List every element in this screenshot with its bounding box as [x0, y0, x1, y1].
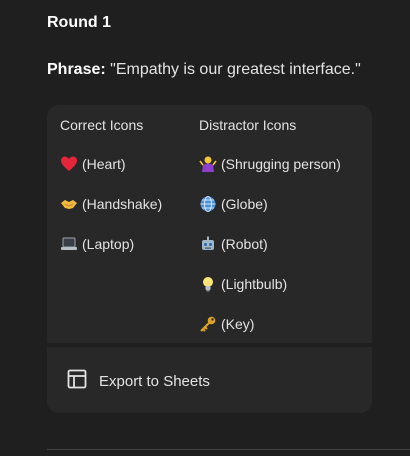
cell-label: (Robot)	[221, 236, 268, 252]
table-cell: (Key)	[199, 315, 254, 333]
table-cell: (Lightbulb)	[199, 275, 287, 293]
key-icon	[199, 315, 217, 333]
column-header-distractor: Distractor Icons	[199, 117, 297, 133]
response-panel: Round 1 Phrase: "Empathy is our greatest…	[0, 0, 410, 456]
phrase-label: Phrase:	[47, 61, 106, 78]
table-cell: (Globe)	[199, 195, 268, 213]
table-cell: (Shrugging person)	[199, 155, 341, 173]
laptop-icon	[60, 235, 78, 253]
globe-icon	[199, 195, 217, 213]
cell-label: (Lightbulb)	[221, 276, 288, 292]
export-to-sheets-button[interactable]: Export to Sheets	[67, 369, 210, 394]
table-cell: (Handshake)	[60, 195, 162, 213]
phrase-text: "Empathy is our greatest interface."	[110, 61, 361, 78]
table-cell: (Heart)	[60, 155, 126, 173]
divider	[47, 449, 410, 450]
export-label: Export to Sheets	[99, 373, 210, 390]
icons-table: Correct Icons (Heart) (Handshake) (Lapto…	[47, 105, 372, 343]
export-bar: Export to Sheets	[47, 347, 372, 413]
column-header-correct: Correct Icons	[60, 117, 144, 133]
cell-label: (Globe)	[221, 196, 268, 212]
cell-label: (Laptop)	[82, 236, 135, 252]
table-cell: (Robot)	[199, 235, 268, 253]
heart-icon	[60, 155, 78, 173]
lightbulb-icon	[199, 275, 217, 293]
phrase-line: Phrase: "Empathy is our greatest interfa…	[47, 61, 361, 79]
robot-icon	[199, 235, 217, 253]
cell-label: (Handshake)	[82, 196, 163, 212]
shrugging-person-icon	[199, 155, 217, 173]
handshake-icon	[60, 195, 78, 213]
round-title: Round 1	[47, 14, 111, 31]
table-icon	[67, 369, 87, 394]
cell-label: (Heart)	[82, 156, 126, 172]
cell-label: (Shrugging person)	[221, 156, 341, 172]
cell-label: (Key)	[221, 316, 255, 332]
table-cell: (Laptop)	[60, 235, 134, 253]
